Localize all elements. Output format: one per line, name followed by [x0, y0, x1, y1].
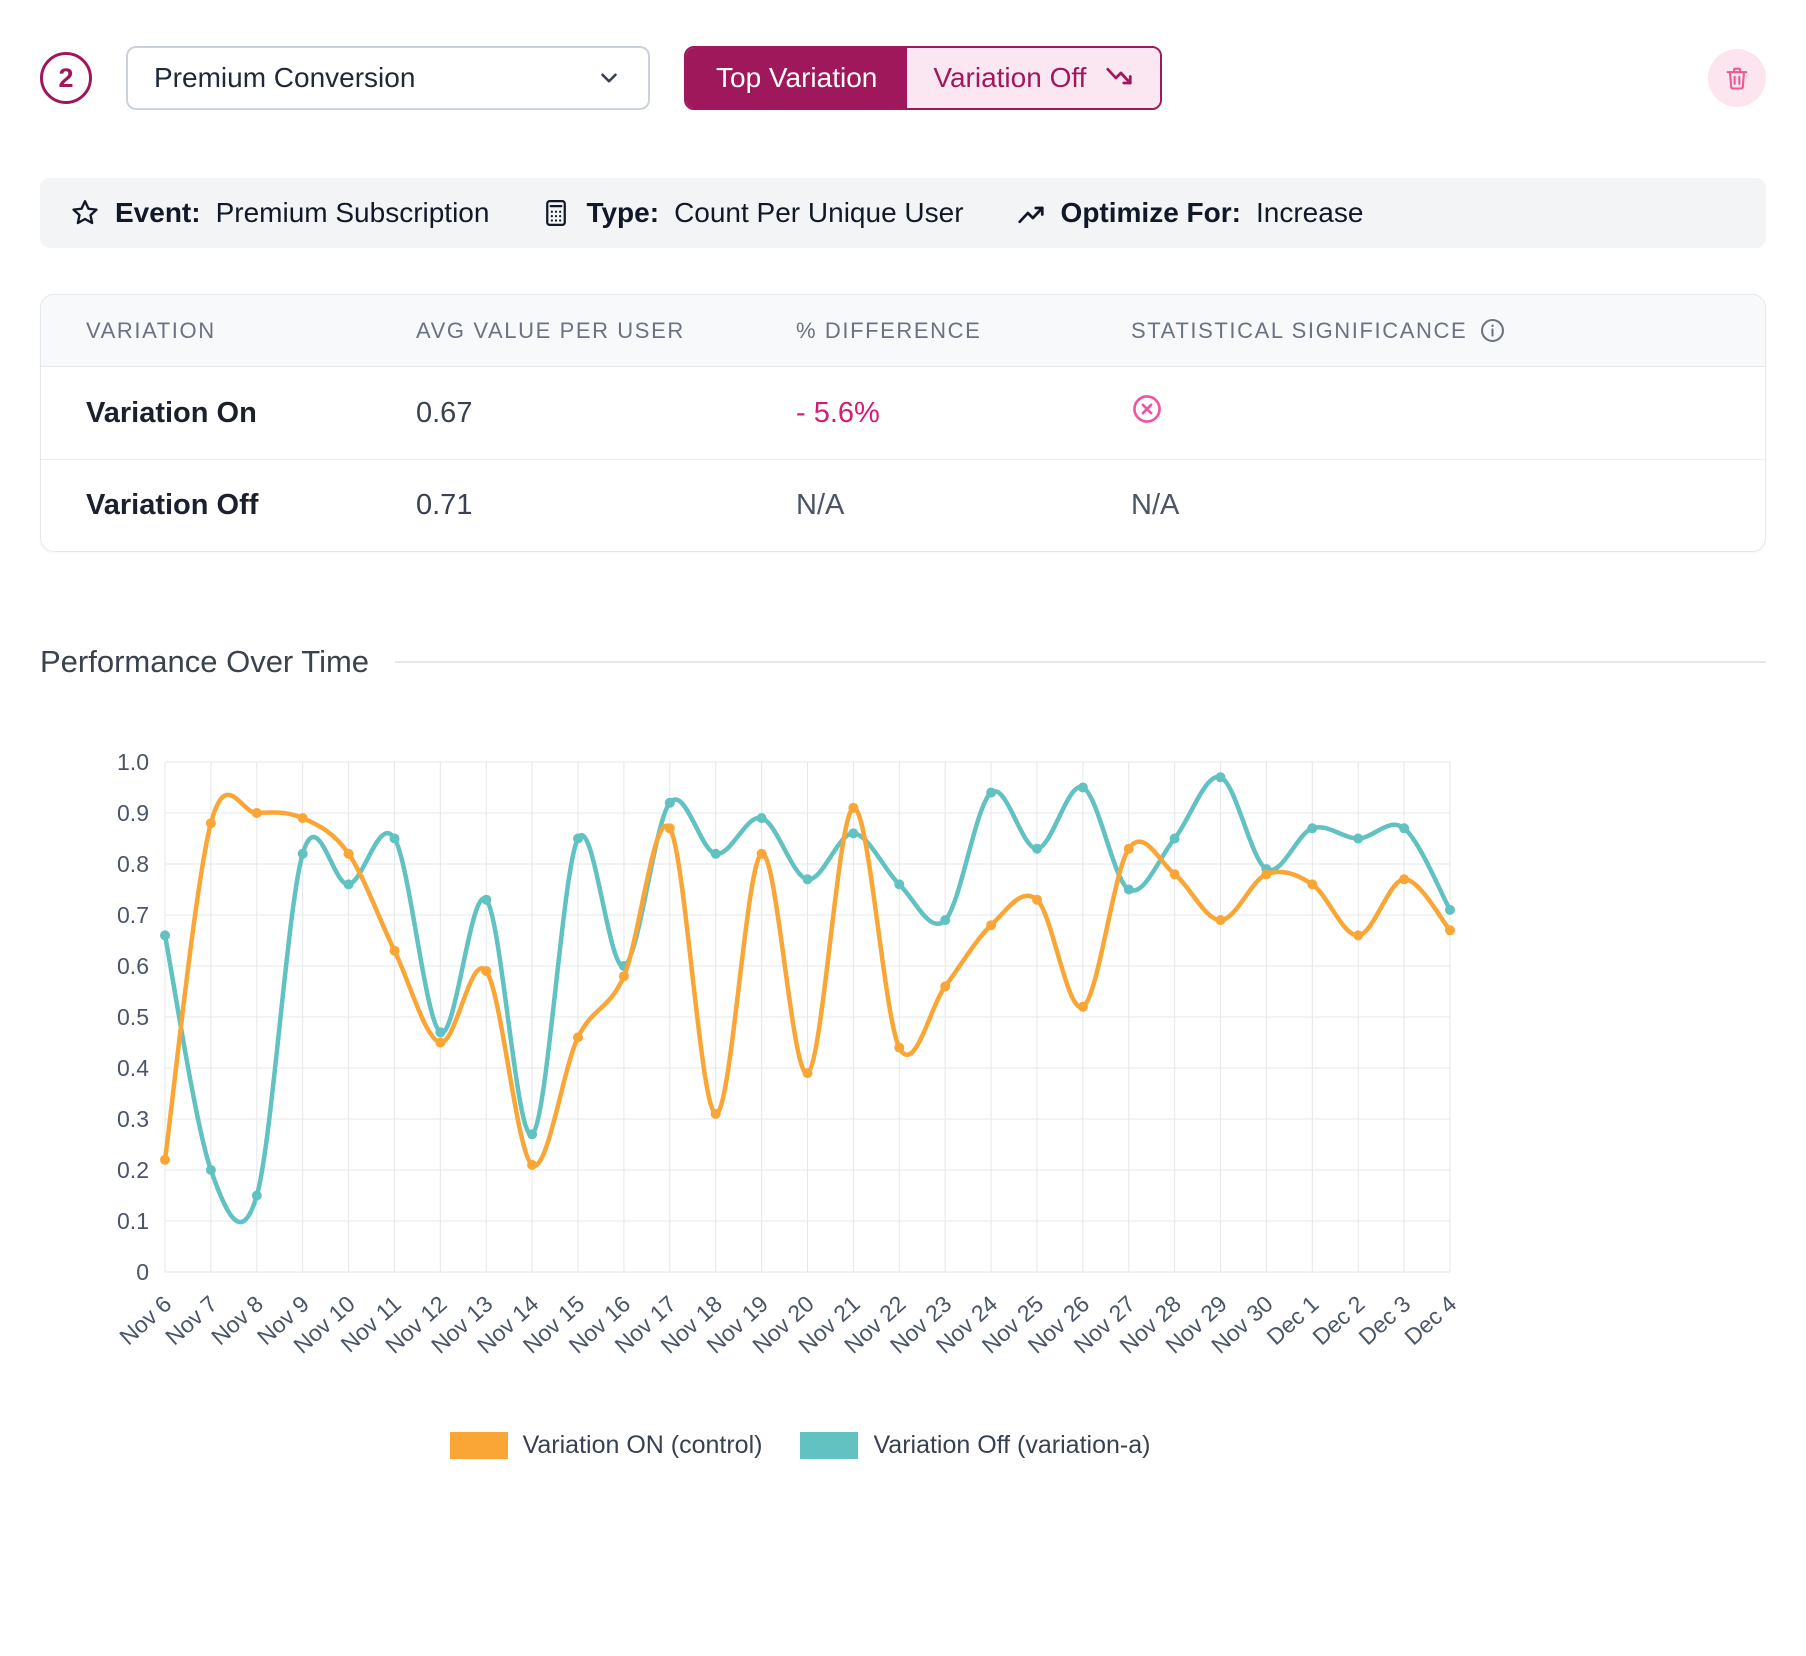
svg-text:Nov 8: Nov 8 — [206, 1290, 268, 1350]
svg-text:0.2: 0.2 — [117, 1157, 149, 1183]
optimize-label: Optimize For: — [1061, 197, 1241, 229]
svg-text:Dec 4: Dec 4 — [1399, 1290, 1461, 1350]
metric-header-row: 2 Premium Conversion Top Variation Varia… — [40, 46, 1766, 110]
chart-section-header: Performance Over Time — [40, 644, 1766, 680]
row-significance: N/A — [1131, 489, 1765, 522]
col-significance: STATISTICAL SIGNIFICANCE — [1131, 317, 1765, 344]
type-value: Count Per Unique User — [674, 197, 963, 229]
not-significant-icon — [1131, 393, 1163, 425]
performance-chart: 00.10.20.30.40.50.60.70.80.91.0Nov 6Nov … — [80, 736, 1520, 1396]
row-variation-name: Variation Off — [86, 489, 416, 522]
svg-text:Nov 6: Nov 6 — [114, 1290, 176, 1350]
variation-off-button[interactable]: Variation Off — [907, 48, 1160, 108]
delete-metric-button[interactable] — [1708, 49, 1766, 107]
svg-text:Dec 1: Dec 1 — [1262, 1290, 1324, 1350]
svg-text:0.5: 0.5 — [117, 1004, 149, 1030]
table-row: Variation On 0.67 - 5.6% — [41, 367, 1765, 459]
metric-index-badge: 2 — [40, 52, 92, 104]
event-label: Event: — [115, 197, 201, 229]
top-variation-button[interactable]: Top Variation — [686, 48, 907, 108]
row-difference: - 5.6% — [796, 397, 1131, 430]
variation-toggle: Top Variation Variation Off — [684, 46, 1162, 110]
metric-panel: 2 Premium Conversion Top Variation Varia… — [0, 0, 1806, 1500]
section-title: Performance Over Time — [40, 644, 369, 680]
svg-text:Dec 2: Dec 2 — [1308, 1290, 1370, 1350]
col-difference: % DIFFERENCE — [796, 318, 1131, 344]
metric-dropdown-value: Premium Conversion — [154, 62, 415, 94]
trash-icon — [1723, 64, 1751, 92]
svg-text:Nov 7: Nov 7 — [160, 1290, 222, 1350]
table-row: Variation Off 0.71 N/A N/A — [41, 459, 1765, 551]
row-difference: N/A — [796, 489, 1131, 522]
col-avg-value: AVG VALUE PER USER — [416, 318, 796, 344]
optimize-value: Increase — [1256, 197, 1363, 229]
row-avg-value: 0.71 — [416, 489, 796, 522]
legend-swatch-teal — [800, 1432, 858, 1459]
svg-text:1.0: 1.0 — [117, 749, 149, 775]
svg-text:0.3: 0.3 — [117, 1106, 149, 1132]
trend-down-icon — [1104, 63, 1134, 93]
chevron-down-icon — [596, 65, 622, 91]
legend-label-variation-on: Variation ON (control) — [523, 1431, 763, 1460]
legend-item-variation-off[interactable]: Variation Off (variation-a) — [800, 1431, 1150, 1460]
section-divider — [395, 661, 1766, 663]
row-avg-value: 0.67 — [416, 397, 796, 430]
legend-label-variation-off: Variation Off (variation-a) — [873, 1431, 1150, 1460]
col-variation: VARIATION — [86, 318, 416, 344]
svg-text:0.6: 0.6 — [117, 953, 149, 979]
metric-summary-bar: Event: Premium Subscription Type: Count … — [40, 178, 1766, 248]
star-icon — [70, 198, 100, 228]
event-value: Premium Subscription — [216, 197, 490, 229]
row-significance — [1131, 393, 1765, 433]
chart-area: 00.10.20.30.40.50.60.70.80.91.0Nov 6Nov … — [40, 736, 1766, 1460]
results-table: VARIATION AVG VALUE PER USER % DIFFERENC… — [40, 294, 1766, 552]
summary-type: Type: Count Per Unique User — [541, 197, 963, 229]
svg-text:0: 0 — [136, 1259, 149, 1285]
calculator-icon — [541, 198, 571, 228]
info-icon[interactable] — [1479, 317, 1506, 344]
col-significance-label: STATISTICAL SIGNIFICANCE — [1131, 318, 1467, 344]
svg-text:0.4: 0.4 — [117, 1055, 149, 1081]
svg-text:0.1: 0.1 — [117, 1208, 149, 1234]
summary-optimize: Optimize For: Increase — [1016, 197, 1364, 229]
summary-event: Event: Premium Subscription — [70, 197, 489, 229]
type-label: Type: — [586, 197, 659, 229]
chart-legend: Variation ON (control) Variation Off (va… — [80, 1431, 1520, 1460]
svg-text:Dec 3: Dec 3 — [1353, 1290, 1415, 1350]
legend-item-variation-on[interactable]: Variation ON (control) — [450, 1431, 763, 1460]
table-header-row: VARIATION AVG VALUE PER USER % DIFFERENC… — [41, 295, 1765, 367]
row-variation-name: Variation On — [86, 397, 416, 430]
metric-dropdown[interactable]: Premium Conversion — [126, 46, 650, 110]
svg-text:0.9: 0.9 — [117, 800, 149, 826]
trend-up-icon — [1016, 198, 1046, 228]
svg-text:0.7: 0.7 — [117, 902, 149, 928]
legend-swatch-orange — [450, 1432, 508, 1459]
svg-text:0.8: 0.8 — [117, 851, 149, 877]
variation-off-label: Variation Off — [933, 62, 1086, 94]
